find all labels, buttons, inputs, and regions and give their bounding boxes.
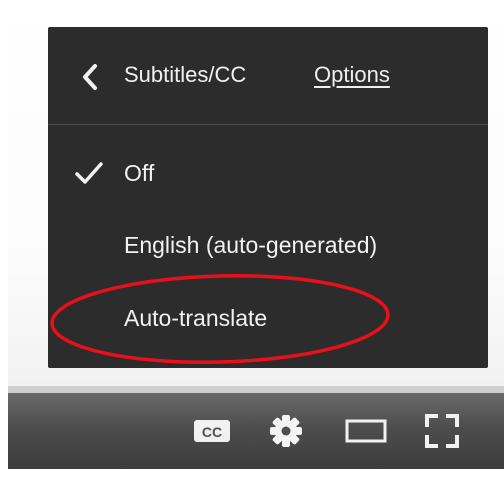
menu-title: Subtitles/CC bbox=[124, 62, 247, 87]
menu-item-label: Off bbox=[124, 160, 155, 186]
menu-item-off[interactable]: Off bbox=[48, 143, 488, 203]
gear-icon bbox=[270, 415, 302, 447]
progress-bar[interactable] bbox=[8, 386, 504, 393]
fullscreen-button[interactable] bbox=[418, 407, 466, 455]
page-background bbox=[0, 469, 504, 485]
menu-item-label: English (auto-generated) bbox=[124, 232, 378, 258]
settings-button[interactable] bbox=[262, 407, 310, 455]
options-link[interactable]: Options bbox=[314, 60, 390, 90]
cc-icon: CC bbox=[194, 420, 230, 442]
svg-text:CC: CC bbox=[202, 424, 222, 440]
fullscreen-icon bbox=[425, 414, 459, 448]
checkmark-icon bbox=[75, 162, 103, 184]
theater-mode-icon bbox=[345, 419, 387, 443]
theater-mode-button[interactable] bbox=[342, 407, 390, 455]
menu-item-auto-translate[interactable]: Auto-translate bbox=[48, 288, 488, 348]
control-bar: CC bbox=[8, 393, 504, 469]
subtitles-menu: Subtitles/CC Options Off English (auto-g… bbox=[48, 27, 488, 368]
menu-header: Subtitles/CC Options bbox=[48, 27, 488, 125]
chevron-left-icon bbox=[83, 64, 97, 90]
menu-item-label: Auto-translate bbox=[124, 305, 268, 331]
menu-item-english-auto-generated[interactable]: English (auto-generated) bbox=[48, 215, 488, 275]
back-button[interactable] bbox=[70, 57, 110, 97]
subtitles-button[interactable]: CC bbox=[188, 407, 236, 455]
